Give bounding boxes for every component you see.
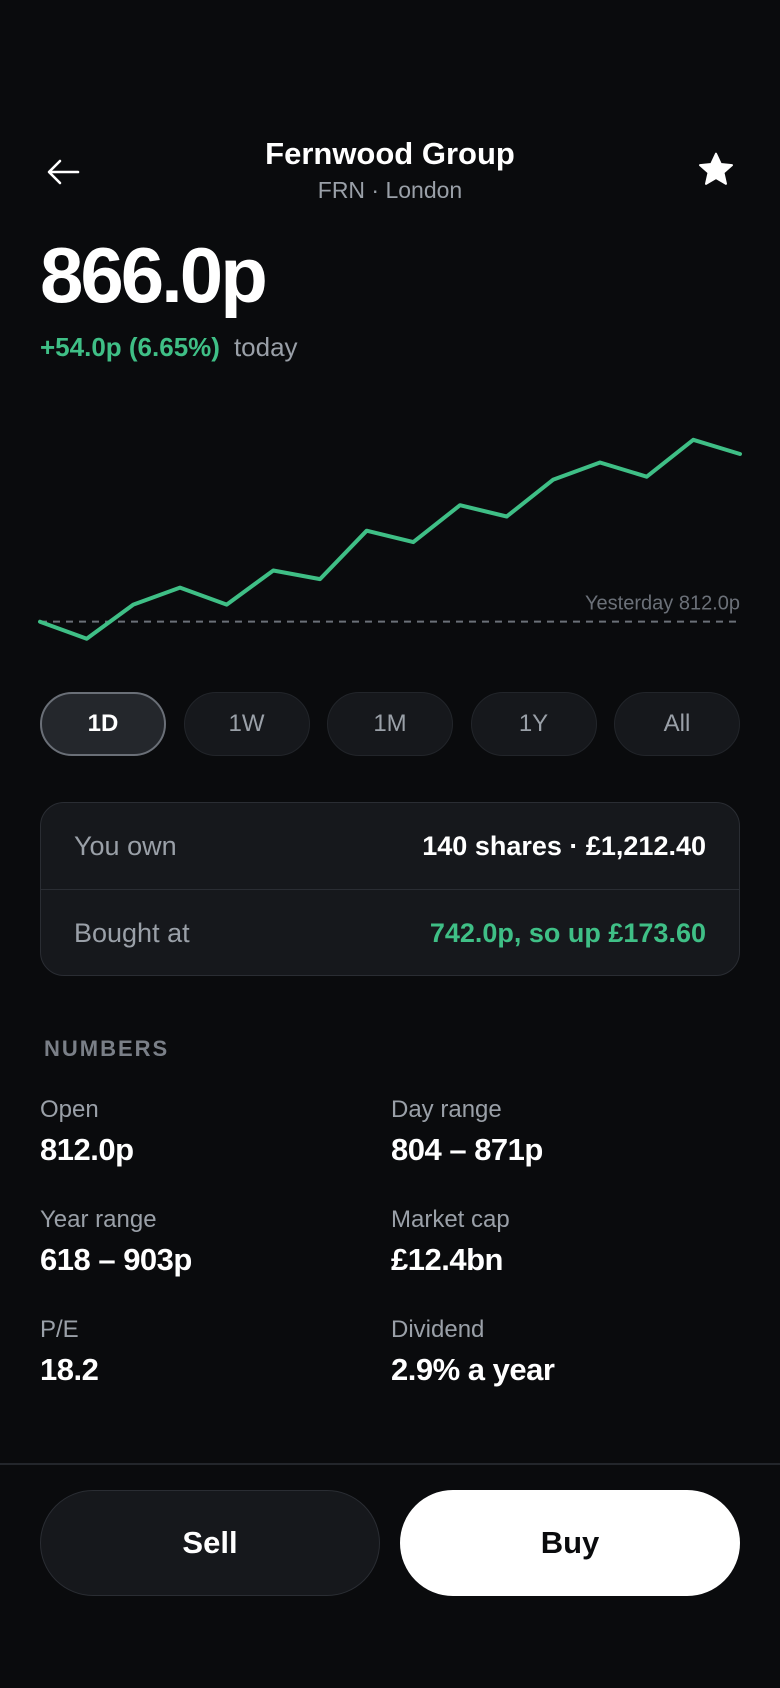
range-selector: 1D 1W 1M 1Y All [40,692,740,758]
stat-day-range: Day range 804 – 871p [391,1096,721,1168]
own-label: You own [74,830,177,861]
stat-label: Year range [40,1206,157,1233]
reference-label: Yesterday 812.0p [585,593,740,615]
stat-open: Open 812.0p [40,1096,370,1168]
change-period: today [233,332,298,362]
stat-value: 618 – 903p [40,1242,192,1277]
holding-card: You own 140 shares · £1,212.40 Bought at… [40,802,740,976]
stat-label: Day range [391,1096,502,1123]
stat-pe: P/E 18.2 [40,1316,370,1388]
stat-dividend: Dividend 2.9% a year [391,1316,721,1388]
buy-button[interactable]: Buy [400,1490,740,1596]
holding-own-row: You own 140 shares · £1,212.40 [41,803,739,889]
bought-value: 742.0p, so up £173.60 [429,917,706,948]
star-icon [699,152,733,185]
favorite-button[interactable] [696,150,736,190]
range-tab[interactable]: All [614,692,740,756]
range-tab[interactable]: 1D [40,692,166,756]
bottom-divider [0,1463,780,1465]
stat-label: Market cap [391,1206,510,1233]
sell-button[interactable]: Sell [40,1490,380,1596]
price-chart[interactable]: Yesterday 812.0p [0,400,780,670]
ticker-subtitle: FRN · London [317,177,463,203]
stat-label: Open [40,1096,99,1123]
stat-market-cap: Market cap £12.4bn [391,1206,721,1278]
stat-label: Dividend [391,1316,485,1343]
bought-label: Bought at [74,917,190,948]
stat-value: 2.9% a year [391,1352,555,1387]
range-tab[interactable]: 1M [327,692,453,756]
range-tab[interactable]: 1Y [470,692,597,756]
header: Fernwood Group FRN · London [0,130,780,210]
numbers-section-title: NUMBERS [44,1036,170,1061]
holding-bought-row: Bought at 742.0p, so up £173.60 [41,889,739,975]
stat-year-range: Year range 618 – 903p [40,1206,370,1278]
price-change-row: +54.0p (6.65%) today [40,332,298,363]
stat-value: 804 – 871p [391,1132,543,1167]
stat-value: £12.4bn [391,1242,503,1277]
range-tab[interactable]: 1W [183,692,310,756]
stat-label: P/E [40,1316,79,1343]
own-value: 140 shares · £1,212.40 [422,830,706,861]
price-change: +54.0p (6.65%) [40,332,220,362]
stat-value: 812.0p [40,1132,134,1167]
stat-value: 18.2 [40,1352,99,1387]
current-price: 866.0p [40,231,268,319]
page-title: Fernwood Group [265,136,515,171]
